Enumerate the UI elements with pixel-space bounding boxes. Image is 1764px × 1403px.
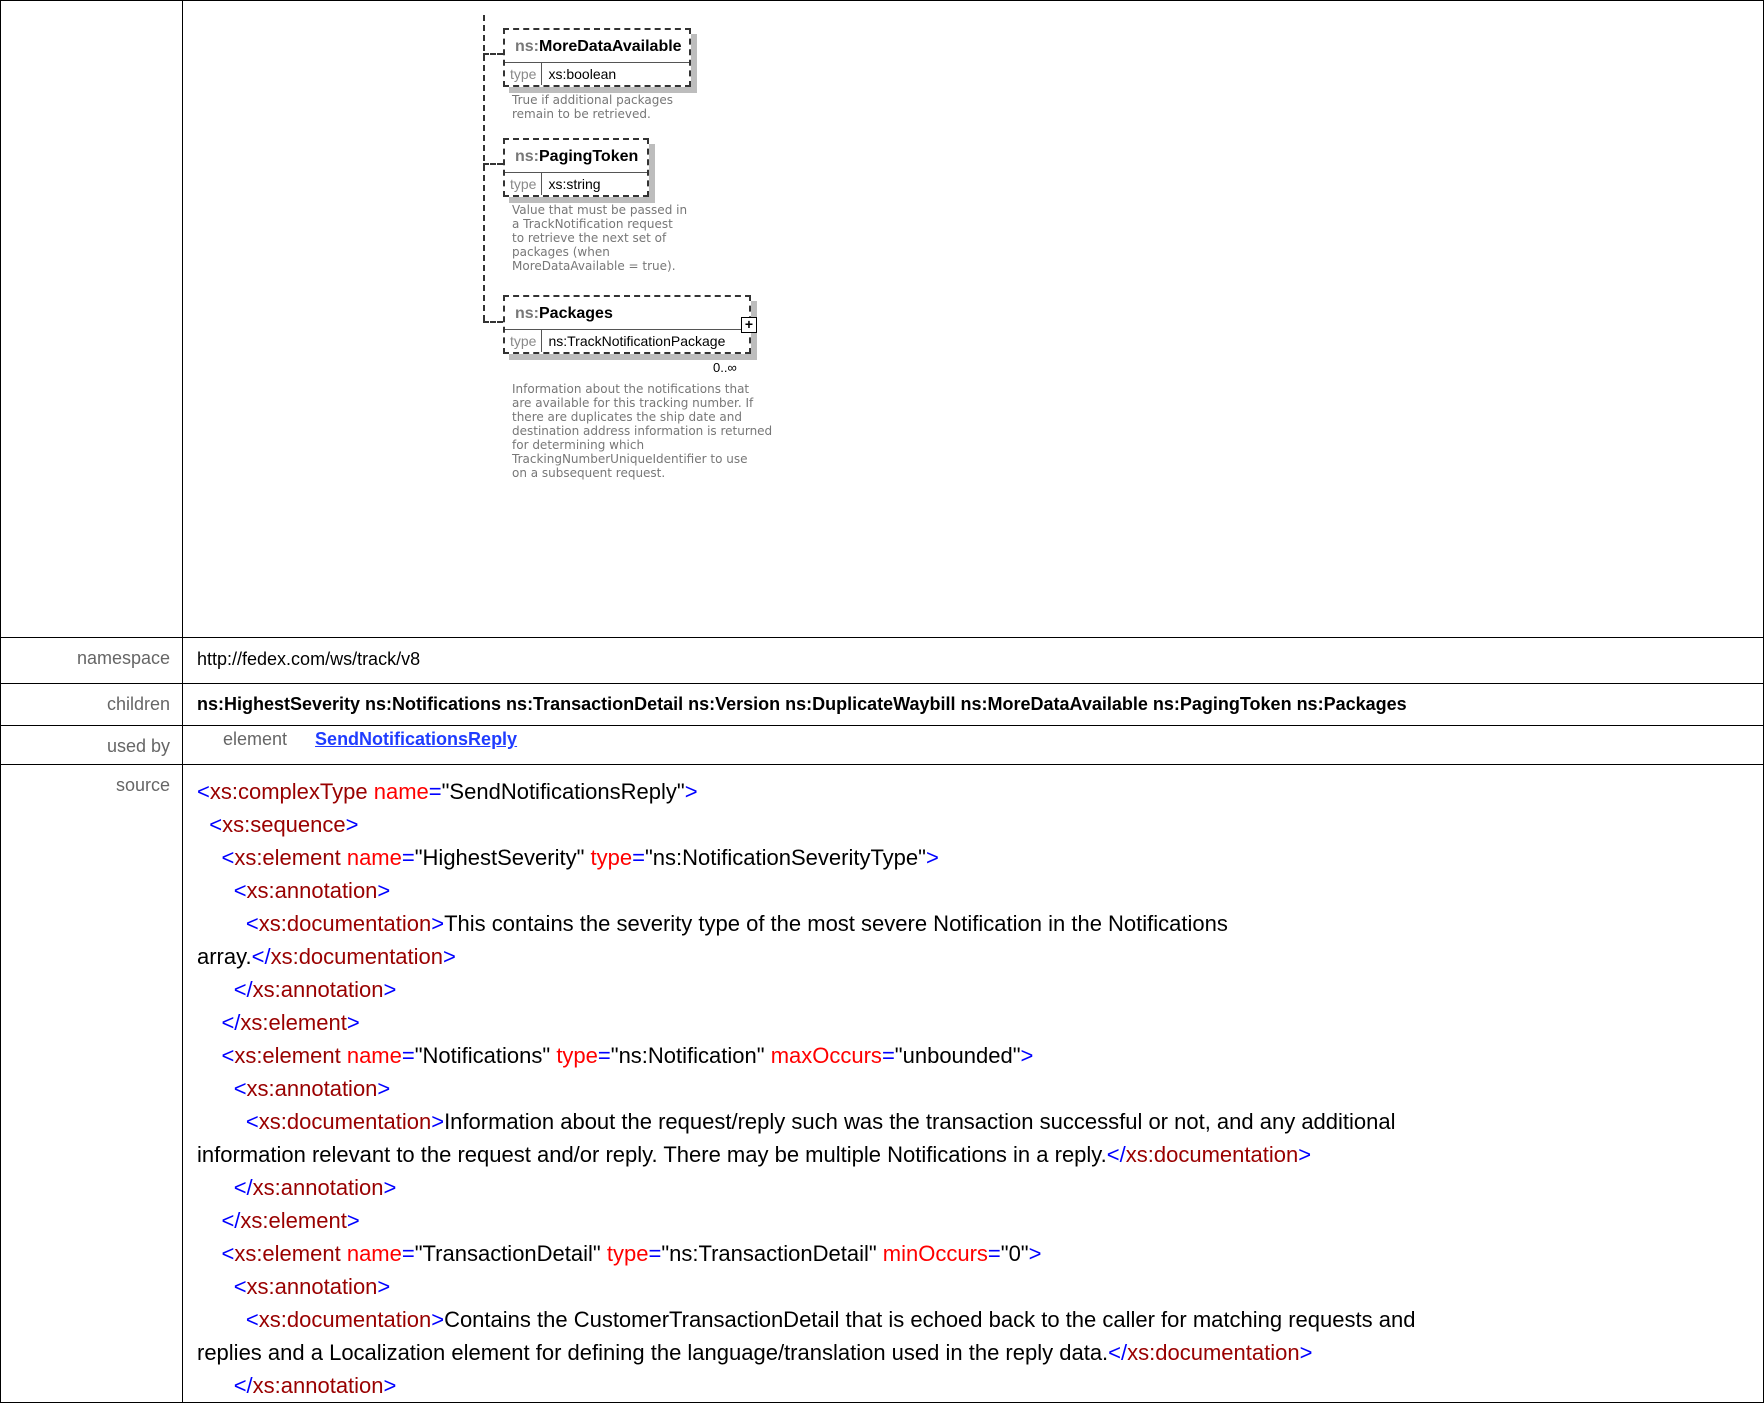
used-by-kind: element bbox=[223, 729, 288, 749]
code-line: </xs:element> bbox=[221, 1208, 360, 1233]
code-line: </xs:annotation> bbox=[233, 1175, 397, 1200]
code-line: <xs:documentation>Contains the CustomerT… bbox=[197, 1307, 1416, 1365]
namespace-value: http://fedex.com/ws/track/v8 bbox=[182, 637, 1764, 684]
element-name: MoreDataAvailable bbox=[539, 38, 682, 55]
code-line: </xs:annotation> bbox=[233, 1373, 397, 1398]
row-label-source: source bbox=[0, 764, 183, 1403]
diagram-label-cell bbox=[0, 0, 183, 638]
code-line: <xs:documentation>This contains the seve… bbox=[197, 911, 1228, 969]
code-line: </xs:annotation> bbox=[233, 977, 397, 1002]
children-value: ns:HighestSeverity ns:Notifications ns:T… bbox=[182, 683, 1764, 726]
element-documentation: Information about the notifications that… bbox=[512, 382, 773, 480]
connector-branch bbox=[483, 321, 503, 323]
expand-plus-icon[interactable]: + bbox=[741, 317, 757, 333]
element-prefix: ns: bbox=[515, 305, 539, 322]
type-label: type bbox=[505, 173, 543, 195]
code-line: <xs:sequence> bbox=[209, 812, 359, 837]
type-label: type bbox=[505, 330, 543, 352]
row-label-namespace: namespace bbox=[0, 637, 183, 684]
element-box-packages[interactable]: ns:Packages type ns:TrackNotificationPack… bbox=[503, 295, 751, 354]
row-label-children: children bbox=[0, 683, 183, 726]
code-line: <xs:complexType name="SendNotificationsR… bbox=[197, 779, 698, 804]
type-value: xs:boolean bbox=[548, 66, 617, 82]
element-documentation: Value that must be passed in a TrackNoti… bbox=[512, 203, 688, 273]
code-line: <xs:element name="Notifications" type="n… bbox=[221, 1043, 1034, 1068]
code-line: <xs:annotation> bbox=[233, 878, 391, 903]
connector-branch bbox=[483, 53, 503, 55]
element-prefix: ns: bbox=[515, 148, 539, 165]
type-value: xs:string bbox=[548, 176, 601, 192]
code-line: </xs:element> bbox=[221, 1010, 360, 1035]
used-by-link[interactable]: SendNotificationsReply bbox=[315, 729, 517, 749]
code-line: <xs:element name="HighestSeverity" type=… bbox=[221, 845, 939, 870]
code-line: <xs:documentation>Information about the … bbox=[197, 1109, 1396, 1167]
element-name: Packages bbox=[539, 305, 613, 322]
element-box-pagingtoken[interactable]: ns:PagingToken type xs:string bbox=[503, 138, 649, 197]
source-code: <xs:complexType name="SendNotificationsR… bbox=[183, 775, 1763, 1402]
element-box-moredataavailable[interactable]: ns:MoreDataAvailable type xs:boolean bbox=[503, 28, 691, 87]
code-line: <xs:annotation> bbox=[233, 1274, 391, 1299]
row-label-used-by: used by bbox=[0, 725, 183, 765]
diagram-cell: ns:MoreDataAvailable type xs:boolean True… bbox=[182, 0, 1764, 638]
tree-connector-line bbox=[483, 15, 485, 321]
element-documentation: True if additional packages remain to be… bbox=[512, 93, 673, 121]
used-by-value: element SendNotificationsReply bbox=[182, 725, 1764, 765]
connector-branch bbox=[483, 163, 503, 165]
code-line: <xs:element name="TransactionDetail" typ… bbox=[221, 1241, 1042, 1266]
element-prefix: ns: bbox=[515, 38, 539, 55]
schema-diagram: ns:MoreDataAvailable type xs:boolean True… bbox=[183, 1, 1763, 635]
code-line: <xs:annotation> bbox=[233, 1076, 391, 1101]
type-label: type bbox=[505, 63, 543, 85]
element-name: PagingToken bbox=[539, 148, 639, 165]
type-value: ns:TrackNotificationPackage bbox=[548, 333, 726, 349]
source-code-cell: <xs:complexType name="SendNotificationsR… bbox=[182, 764, 1764, 1403]
cardinality-label: 0..∞ bbox=[713, 360, 737, 375]
